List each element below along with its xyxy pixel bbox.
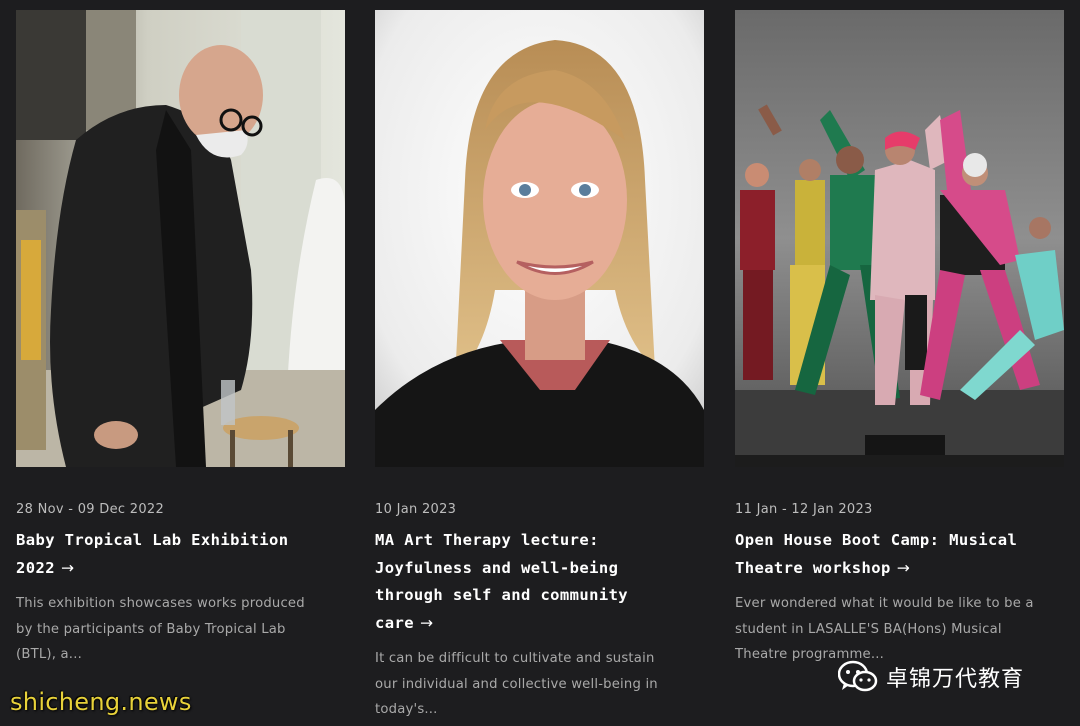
event-title-link[interactable]: Baby Tropical Lab Exhibition 2022 → (16, 527, 345, 582)
wechat-icon (838, 660, 878, 692)
site-watermark: shicheng.news (10, 688, 192, 716)
wechat-watermark: 卓锦万代教育 (838, 660, 1024, 694)
event-title-line: 2022 (16, 558, 55, 577)
arrow-right-icon: → (419, 613, 434, 632)
dancers-photo (735, 10, 1064, 467)
event-title-line: MA Art Therapy lecture: (375, 531, 599, 549)
desc-line: student in LASALLE'S BA(Hons) Musical (735, 621, 1002, 637)
event-description: It can be difficult to cultivate and sus… (375, 646, 704, 723)
arrow-right-icon: → (896, 558, 911, 577)
event-card-2: 10 Jan 2023 MA Art Therapy lecture: Joyf… (375, 10, 704, 723)
desc-line: today's... (375, 702, 438, 717)
event-card-3: 11 Jan - 12 Jan 2023 Open House Boot Cam… (735, 10, 1064, 668)
arrow-right-icon: → (60, 558, 75, 577)
desc-line: our individual and collective well-being… (375, 676, 658, 692)
event-date: 28 Nov - 09 Dec 2022 (16, 502, 165, 517)
event-title-link[interactable]: Open House Boot Camp: Musical Theatre wo… (735, 527, 1064, 582)
woman-portrait-photo (375, 10, 704, 467)
event-date: 11 Jan - 12 Jan 2023 (735, 502, 873, 517)
event-title-line: Baby Tropical Lab Exhibition (16, 531, 289, 549)
desc-line: Ever wondered what it would be like to b… (735, 596, 1034, 611)
event-card-1: 28 Nov - 09 Dec 2022 Baby Tropical Lab E… (16, 10, 345, 668)
desc-line: by the participants of Baby Tropical Lab (16, 621, 286, 637)
desc-line: This exhibition showcases works produced (16, 596, 305, 611)
event-description: Ever wondered what it would be like to b… (735, 591, 1064, 668)
event-date: 10 Jan 2023 (375, 502, 457, 517)
event-title-line: Joyfulness and well-being (375, 558, 619, 577)
wechat-account-name: 卓锦万代教育 (886, 667, 1025, 692)
desc-line: (BTL), a... (16, 647, 82, 662)
event-title-line: care (375, 613, 414, 632)
desc-line: It can be difficult to cultivate and sus… (375, 651, 655, 666)
event-image-2[interactable] (375, 10, 704, 467)
event-image-3[interactable] (735, 10, 1064, 467)
event-title-line: Open House Boot Camp: Musical (735, 531, 1018, 549)
event-image-1[interactable] (16, 10, 345, 467)
event-title-line: through self and community (375, 586, 629, 604)
bald-man-photo (16, 10, 345, 467)
event-title-link[interactable]: MA Art Therapy lecture: Joyfulness and w… (375, 527, 704, 637)
event-title-line: Theatre workshop (735, 558, 891, 577)
event-description: This exhibition showcases works produced… (16, 591, 345, 668)
